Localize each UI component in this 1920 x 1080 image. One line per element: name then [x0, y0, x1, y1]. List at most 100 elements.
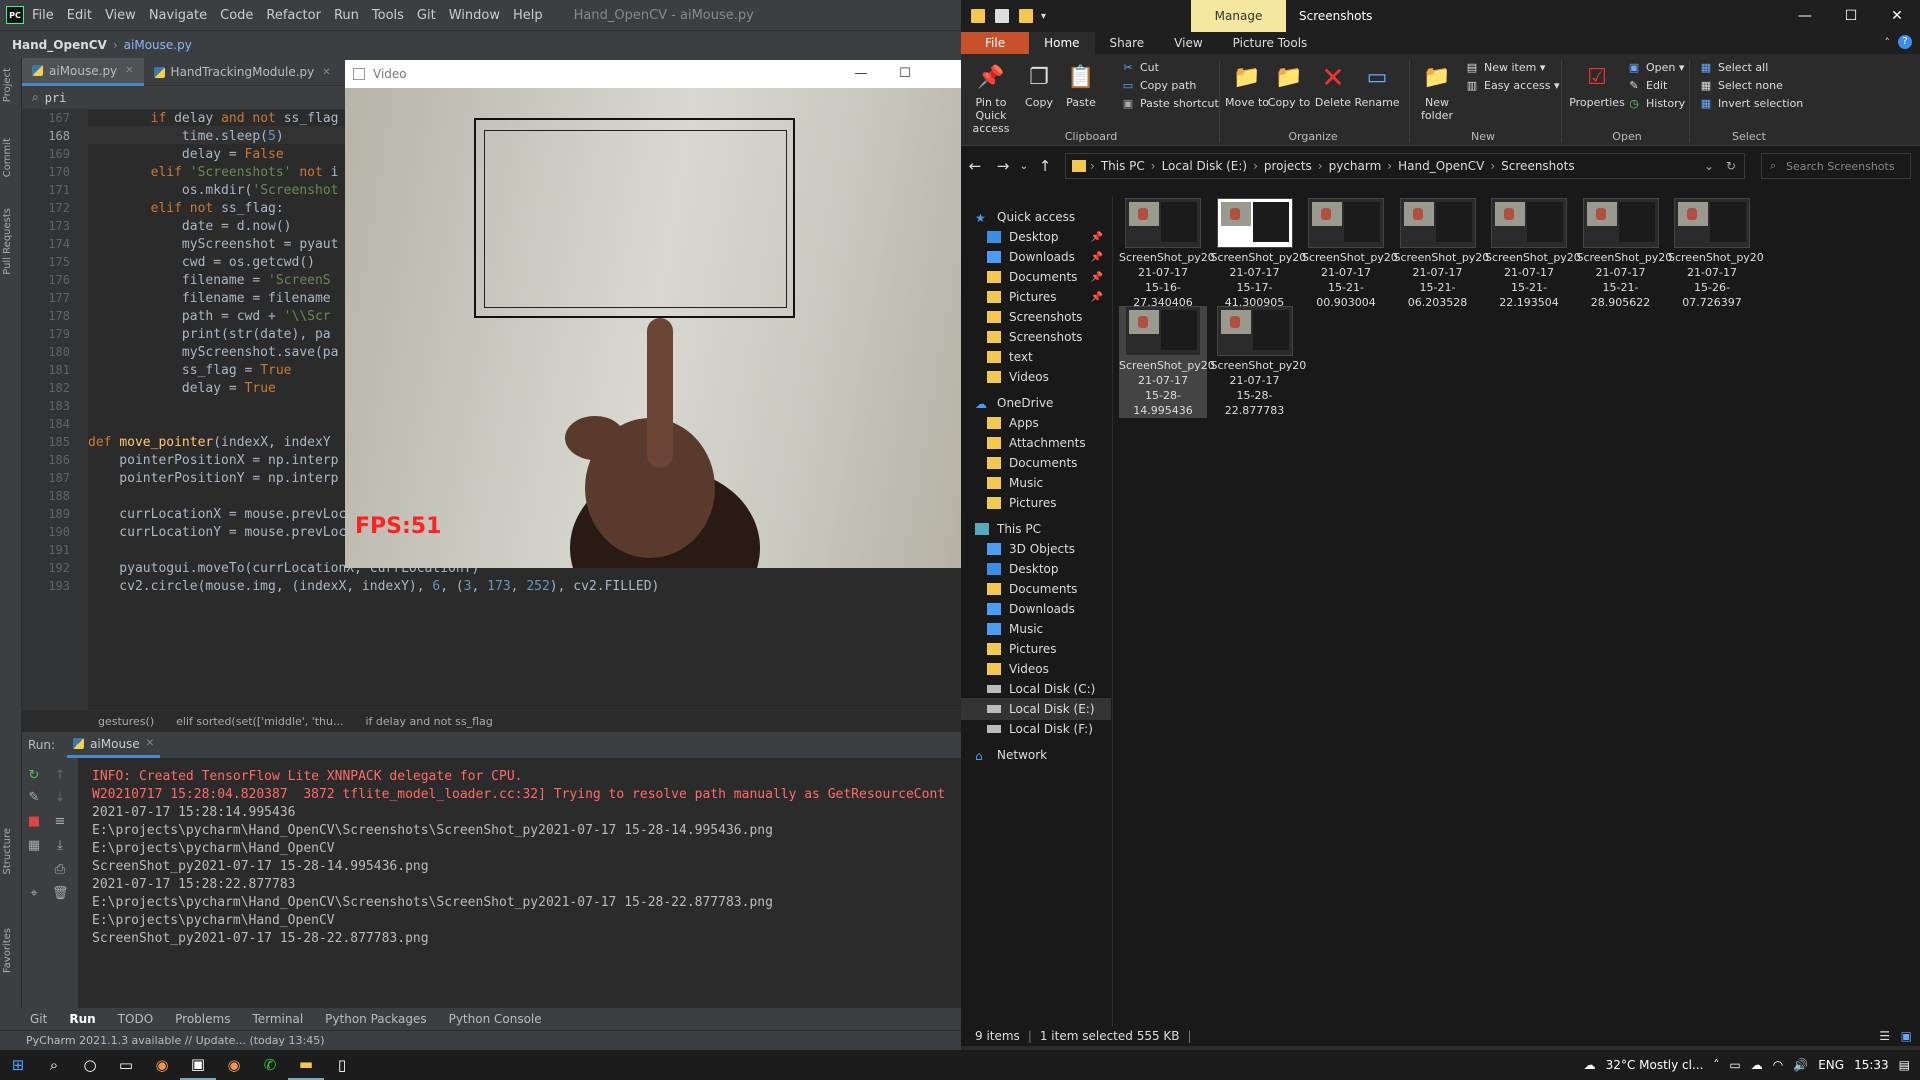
cut-button[interactable]: ✂ Cut	[1121, 58, 1159, 76]
file-item[interactable]: ScreenShot_py20 21-07-17 15-28-22.877783	[1211, 306, 1306, 418]
minimize-button[interactable]: —	[1782, 0, 1828, 32]
chrome-profile-icon[interactable]: ◉	[216, 1050, 252, 1080]
details-view-icon[interactable]: ☰	[1879, 1029, 1890, 1043]
pin-quick-access-button[interactable]: 📌 Pin to Quick access	[965, 62, 1017, 135]
nav-item-desktop[interactable]: Desktop	[987, 558, 1111, 580]
path-projects[interactable]: projects	[1264, 159, 1312, 173]
tool-tab-project[interactable]: Project	[2, 68, 13, 102]
maximize-button[interactable]: ☐	[1828, 0, 1874, 32]
tab-file[interactable]: File	[961, 32, 1030, 54]
nav-item-pictures[interactable]: Pictures	[987, 492, 1111, 514]
close-button[interactable]: ✕	[1874, 0, 1920, 32]
nav-item-screenshots[interactable]: Screenshots	[987, 326, 1111, 348]
nav-item-downloads[interactable]: Downloads	[987, 598, 1111, 620]
tool-tab-run[interactable]: Run	[69, 1012, 95, 1026]
breadcrumb-project[interactable]: Hand_OpenCV	[12, 38, 107, 52]
nav-item-pictures[interactable]: Pictures 📌	[987, 286, 1111, 308]
menu-tools[interactable]: Tools	[372, 8, 404, 23]
stop-icon[interactable]: ■	[26, 814, 42, 830]
tab-aimouse[interactable]: aiMouse.py ✕	[22, 58, 144, 86]
nav-item-text[interactable]: text	[987, 346, 1111, 368]
nav-item-documents[interactable]: Documents	[987, 578, 1111, 600]
nav-item-documents[interactable]: Documents	[987, 452, 1111, 474]
wrench-icon[interactable]: ✎	[26, 790, 42, 806]
help-icon[interactable]: ?	[1898, 35, 1912, 49]
file-item[interactable]: ScreenShot_py20 21-07-17 15-17-41.300905	[1211, 198, 1306, 310]
trash-icon[interactable]: 🗑	[52, 886, 69, 902]
properties-qat-icon[interactable]	[995, 9, 1009, 23]
tool-tab-structure[interactable]: Structure	[2, 828, 13, 875]
menu-view[interactable]: View	[105, 8, 136, 23]
file-item[interactable]: ScreenShot_py20 21-07-17 15-26-07.726397	[1668, 198, 1764, 310]
crumb-function[interactable]: gestures()	[98, 715, 154, 728]
new-folder-qat-icon[interactable]	[1019, 9, 1033, 23]
edit-button[interactable]: ✎ Edit	[1627, 76, 1667, 94]
nav-item-music[interactable]: Music	[987, 618, 1111, 640]
nav-item-pictures[interactable]: Pictures	[987, 638, 1111, 660]
file-item[interactable]: ScreenShot_py20 21-07-17 15-21-22.193504	[1485, 198, 1581, 310]
recent-chevron-icon[interactable]: ⌄	[1017, 161, 1031, 172]
file-item[interactable]: ScreenShot_py20 21-07-17 15-16-27.340406	[1119, 198, 1215, 310]
properties-button[interactable]: ☑ Properties	[1567, 62, 1627, 109]
tab-handtrackingmodule[interactable]: HandTrackingModule.py ✕	[144, 58, 341, 86]
tab-view[interactable]: View	[1159, 32, 1217, 54]
nav-item-3d-objects[interactable]: 3D Objects	[987, 538, 1111, 560]
maximize-button[interactable]: ☐	[883, 60, 927, 88]
file-item[interactable]: ScreenShot_py20 21-07-17 15-21-00.903004	[1302, 198, 1398, 310]
breadcrumb-file[interactable]: aiMouse.py	[124, 38, 192, 52]
select-all-button[interactable]: ▦ Select all	[1699, 58, 1769, 76]
menu-help[interactable]: Help	[513, 8, 543, 23]
search-icon[interactable]: ⌕	[36, 1050, 72, 1080]
tab-picture-tools[interactable]: Picture Tools	[1218, 32, 1323, 54]
scroll-to-end-icon[interactable]: ⤓	[52, 838, 68, 854]
status-text[interactable]: PyCharm 2021.1.3 available // Update... …	[26, 1034, 325, 1047]
file-item[interactable]: ScreenShot_py20 21-07-17 15-21-28.905622	[1577, 198, 1672, 310]
menu-window[interactable]: Window	[449, 8, 500, 23]
video-window[interactable]: Video — ☐ FPS:51	[345, 60, 961, 568]
file-item[interactable]: ScreenShot_py20 21-07-17 15-21-06.203528	[1394, 198, 1489, 310]
address-bar[interactable]: › This PC › Local Disk (E:) › projects › py…	[1065, 153, 1745, 179]
tray-chevron-icon[interactable]: ˄	[1713, 1058, 1719, 1072]
video-titlebar[interactable]: Video — ☐	[345, 60, 961, 88]
nav-item-videos[interactable]: Videos	[987, 658, 1111, 680]
run-tab-aimouse[interactable]: aiMouse ✕	[67, 732, 161, 758]
nav-item-screenshots[interactable]: Screenshots	[987, 306, 1111, 328]
refresh-icon[interactable]: ↻	[1726, 159, 1736, 173]
easy-access-button[interactable]: ▥ Easy access ▾	[1465, 76, 1560, 94]
nav-item-quick-access[interactable]: ★ Quick access	[975, 206, 1099, 228]
layout-icon[interactable]: ▦	[26, 838, 42, 854]
rename-button[interactable]: ▭ Rename	[1353, 62, 1401, 109]
explorer-titlebar[interactable]: ▾ Manage Screenshots — ☐ ✕	[961, 0, 1920, 32]
nav-item-network[interactable]: ⌂ Network	[975, 744, 1099, 766]
tool-tab-terminal[interactable]: Terminal	[252, 1012, 303, 1026]
large-icons-view-icon[interactable]: ▣	[1901, 1029, 1912, 1043]
chrome-icon[interactable]: ◉	[144, 1050, 180, 1080]
cortana-icon[interactable]: ○	[72, 1050, 108, 1080]
address-dropdown-icon[interactable]: ⌄	[1704, 159, 1714, 173]
whatsapp-icon[interactable]: ✆	[252, 1050, 288, 1080]
tool-tab-commit[interactable]: Commit	[2, 138, 13, 177]
up-arrow-icon[interactable]: ↑	[1031, 157, 1059, 175]
copy-path-button[interactable]: ▭ Copy path	[1121, 76, 1197, 94]
nav-item-attachments[interactable]: Attachments	[987, 432, 1111, 454]
pin-icon[interactable]: ⌖	[26, 886, 42, 902]
menu-run[interactable]: Run	[334, 8, 359, 23]
path-pycharm[interactable]: pycharm	[1329, 159, 1382, 173]
tab-home[interactable]: Home	[1029, 32, 1095, 54]
path-screenshots[interactable]: Screenshots	[1501, 159, 1574, 173]
run-console[interactable]: INFO: Created TensorFlow Lite XNNPACK de…	[78, 758, 961, 1008]
nav-item-apps[interactable]: Apps	[987, 412, 1111, 434]
forward-arrow-icon[interactable]: →	[989, 157, 1017, 175]
close-icon[interactable]: ✕	[146, 738, 154, 749]
crumb-if[interactable]: if delay and not ss_flag	[366, 715, 493, 728]
search-input[interactable]: pri	[45, 91, 67, 105]
crumb-elif[interactable]: elif sorted(set(['middle', 'thu...	[176, 715, 343, 728]
soft-wrap-icon[interactable]: ≡	[52, 814, 68, 830]
nav-item-local-disk-c-[interactable]: Local Disk (C:)	[987, 678, 1111, 700]
down-arrow-icon[interactable]: ↓	[52, 790, 68, 806]
tool-tab-python-packages[interactable]: Python Packages	[325, 1012, 426, 1026]
new-item-button[interactable]: ▤ New item ▾	[1465, 58, 1546, 76]
path-hand-opencv[interactable]: Hand_OpenCV	[1398, 159, 1484, 173]
volume-icon[interactable]: 🔊	[1793, 1058, 1808, 1072]
nav-item-onedrive[interactable]: ☁ OneDrive	[975, 392, 1099, 414]
